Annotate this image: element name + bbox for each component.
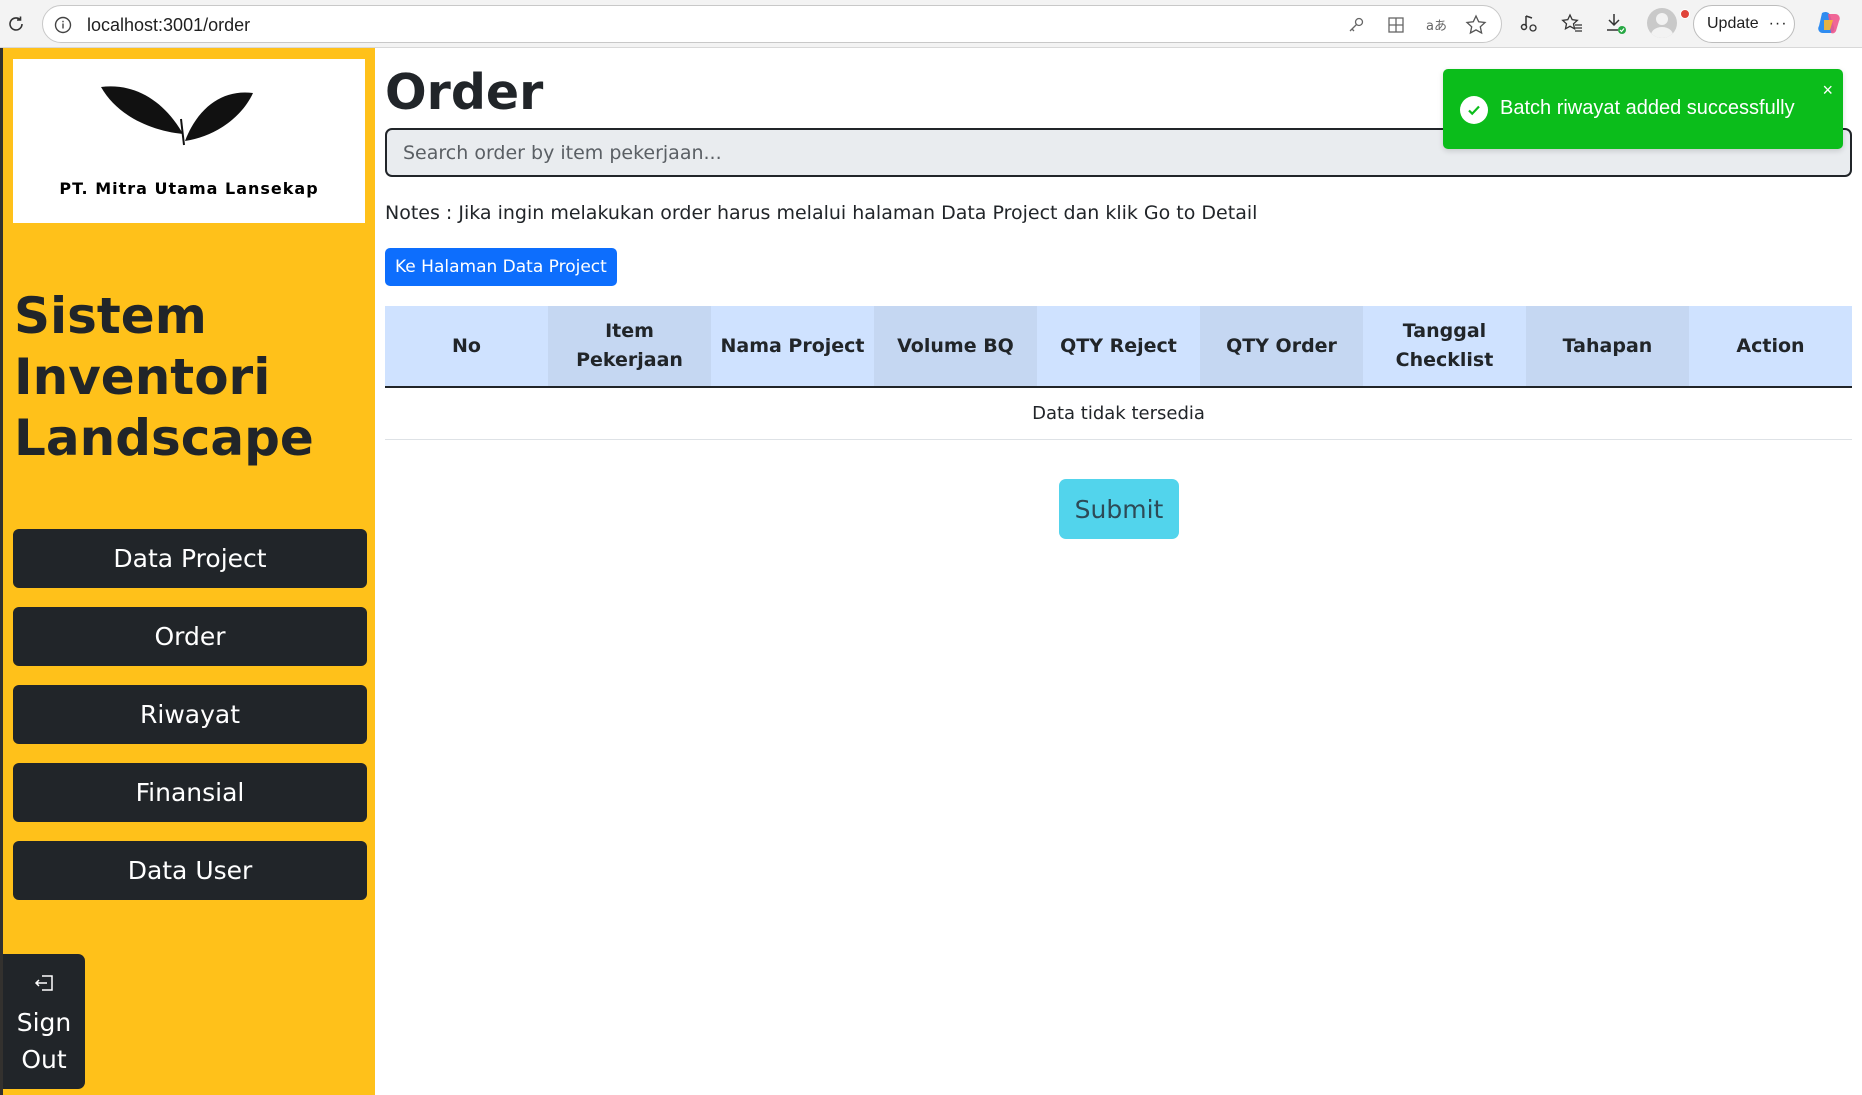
column-header-volume-bq: Volume BQ [874, 306, 1037, 388]
media-control-icon[interactable] [1515, 11, 1541, 35]
submit-button[interactable]: Submit [1059, 479, 1179, 539]
favorites-icon[interactable] [1559, 11, 1585, 35]
notes-text: Notes : Jika ingin melakukan order harus… [385, 202, 1258, 224]
translate-icon[interactable]: aあ [1423, 13, 1449, 37]
sidebar-nav: Data Project Order Riwayat Finansial Dat… [13, 529, 367, 919]
browser-update-button[interactable]: Update ··· [1693, 5, 1795, 43]
column-header-qty-reject: QTY Reject [1037, 306, 1200, 388]
column-header-item-pekerjaan: Item Pekerjaan [548, 306, 711, 388]
copilot-icon[interactable] [1814, 8, 1844, 38]
order-table: No Item Pekerjaan Nama Project Volume BQ… [385, 306, 1852, 440]
app-grid-icon[interactable] [1383, 13, 1409, 37]
url-text[interactable]: localhost:3001/order [87, 15, 250, 36]
close-icon[interactable]: × [1822, 81, 1833, 99]
sign-out-button[interactable]: Sign Out [3, 954, 85, 1089]
sidebar: PT. Mitra Utama Lansekap Sistem Inventor… [0, 48, 375, 1095]
success-toast: Batch riwayat added successfully × [1443, 69, 1843, 149]
password-key-icon[interactable] [1343, 13, 1369, 37]
column-header-tanggal-checklist: Tanggal Checklist [1363, 306, 1526, 388]
app-title: Sistem Inventori Landscape [14, 287, 314, 467]
sidebar-item-finansial[interactable]: Finansial [13, 763, 367, 822]
site-info-icon[interactable] [53, 15, 73, 35]
sidebar-item-data-project[interactable]: Data Project [13, 529, 367, 588]
toast-message: Batch riwayat added successfully [1500, 97, 1795, 119]
empty-table-message: Data tidak tersedia [385, 387, 1852, 440]
goto-data-project-button[interactable]: Ke Halaman Data Project [385, 248, 617, 286]
company-logo: PT. Mitra Utama Lansekap [13, 59, 365, 223]
column-header-tahapan: Tahapan [1526, 306, 1689, 388]
browser-toolbar: localhost:3001/order aあ Update ··· [0, 0, 1862, 48]
leaf-logo-icon [101, 86, 253, 146]
sign-out-label-line1: Sign [16, 1008, 72, 1037]
more-menu-icon: ··· [1768, 15, 1788, 32]
svg-text:aあ: aあ [1426, 19, 1447, 34]
address-bar[interactable]: localhost:3001/order aあ [42, 5, 1502, 43]
sidebar-item-riwayat[interactable]: Riwayat [13, 685, 367, 744]
column-header-action: Action [1689, 306, 1852, 388]
sidebar-item-order[interactable]: Order [13, 607, 367, 666]
page-title: Order [385, 64, 544, 121]
check-circle-icon [1460, 96, 1488, 124]
column-header-qty-order: QTY Order [1200, 306, 1363, 388]
sidebar-item-data-user[interactable]: Data User [13, 841, 367, 900]
downloads-icon[interactable] [1603, 11, 1629, 35]
sign-out-label-line2: Out [21, 1045, 67, 1074]
sign-out-icon [33, 965, 55, 1002]
table-header-row: No Item Pekerjaan Nama Project Volume BQ… [385, 306, 1852, 388]
reload-icon[interactable] [2, 10, 30, 38]
table-row: Data tidak tersedia [385, 387, 1852, 440]
notification-dot [1680, 9, 1690, 19]
logo-caption: PT. Mitra Utama Lansekap [59, 179, 319, 198]
column-header-no: No [385, 306, 548, 388]
column-header-nama-project: Nama Project [711, 306, 874, 388]
update-label: Update [1707, 15, 1759, 32]
profile-avatar-icon[interactable] [1647, 8, 1677, 38]
favorite-star-icon[interactable] [1463, 13, 1489, 37]
